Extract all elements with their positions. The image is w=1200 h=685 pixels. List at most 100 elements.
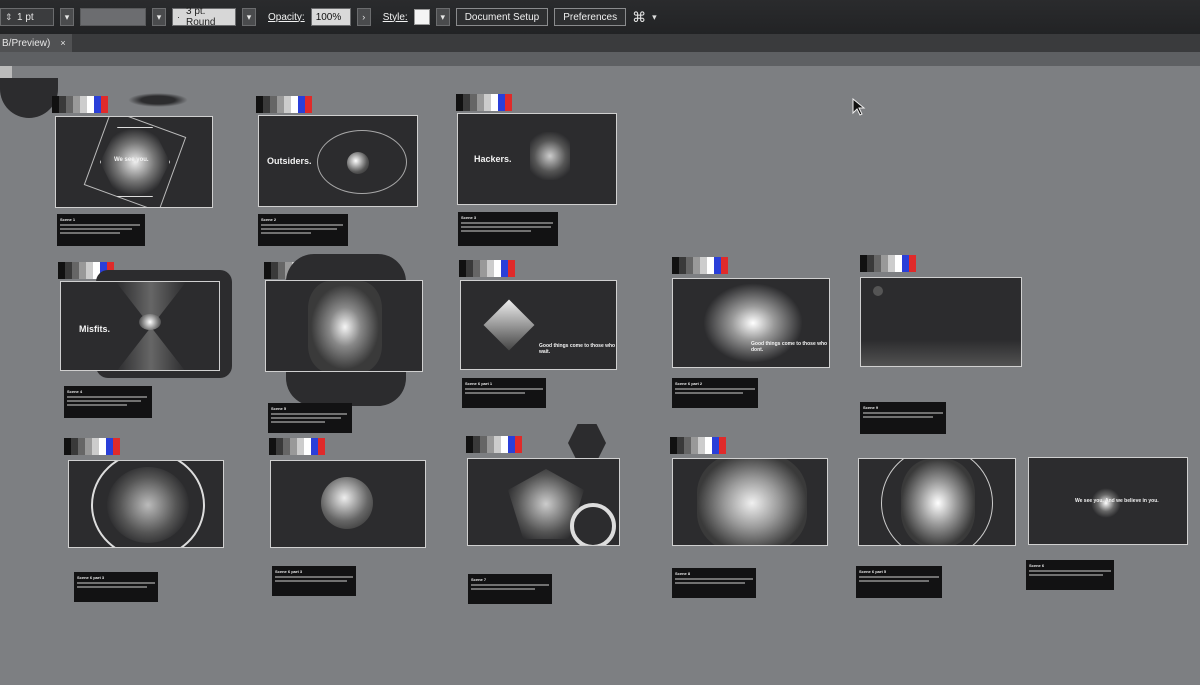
artboard-text: Hackers. <box>474 154 512 164</box>
artboard-1[interactable]: We see you. <box>55 116 213 208</box>
document-tab[interactable]: B/Preview) × <box>0 34 72 52</box>
color-swatch <box>284 96 291 113</box>
artboard-8[interactable] <box>860 277 1022 367</box>
scene-caption: Scene 9 <box>860 402 946 434</box>
opacity-label[interactable]: Opacity: <box>268 12 305 23</box>
close-icon[interactable]: × <box>60 38 65 48</box>
stroke-weight-field[interactable]: ⇕ 1 pt <box>0 8 54 26</box>
color-swatch <box>501 260 508 277</box>
color-swatch <box>712 437 719 454</box>
document-setup-button[interactable]: Document Setup <box>455 8 549 26</box>
opacity-field[interactable]: 100% <box>310 8 351 26</box>
color-swatch <box>691 437 698 454</box>
artboard-text: Good things come to those who wait. <box>539 343 616 355</box>
artboard-text: Misfits. <box>79 324 111 334</box>
color-swatch <box>64 438 71 455</box>
color-swatch <box>719 437 726 454</box>
chevron-down-icon: ▾ <box>64 11 70 22</box>
style-label: Style: <box>382 11 408 23</box>
inner-glow <box>107 467 189 543</box>
stepper-icon[interactable]: ⇕ <box>5 12 15 23</box>
color-swatch <box>270 96 277 113</box>
sphere <box>347 152 369 174</box>
hourglass-glow <box>308 281 382 371</box>
color-swatch <box>508 260 515 277</box>
color-swatch <box>271 262 278 279</box>
small-sphere <box>0 66 12 78</box>
chevron-down-icon[interactable]: ▾ <box>652 12 657 23</box>
ring-shape <box>570 503 616 545</box>
artboard-2[interactable]: Outsiders. <box>258 115 418 207</box>
color-swatch <box>256 96 263 113</box>
hexagon-glow <box>697 459 807 545</box>
brush-dot-icon: · <box>177 12 180 22</box>
color-swatch <box>291 96 298 113</box>
color-swatch-strip <box>670 437 726 454</box>
cluster-spheres <box>139 314 161 330</box>
color-swatch <box>473 436 480 453</box>
artboard-9[interactable] <box>68 460 224 548</box>
opacity-arrow[interactable]: › <box>356 8 371 26</box>
chevron-down-icon: ▾ <box>246 11 252 22</box>
artboard-4[interactable]: Misfits. <box>60 281 220 371</box>
scene-caption: Scene 6 part 2 <box>672 378 758 408</box>
artboard-10[interactable] <box>270 460 426 548</box>
color-swatch <box>705 437 712 454</box>
color-swatch <box>304 438 311 455</box>
mouse-cursor-icon <box>852 98 866 116</box>
half-circle-shape <box>0 78 58 118</box>
brush-definition[interactable]: · 3 pt. Round <box>172 6 236 28</box>
color-swatch <box>477 94 484 111</box>
document-tab-title: B/Preview) <box>2 37 51 49</box>
artboard-11[interactable] <box>467 458 620 546</box>
artboard-6[interactable]: Good things come to those who wait. <box>460 280 617 370</box>
caption-title: Scene 4 <box>67 389 83 394</box>
brush-profile-value: 3 pt. Round <box>186 6 216 28</box>
color-swatch <box>707 257 714 274</box>
color-swatch <box>714 257 721 274</box>
color-swatch <box>73 96 80 113</box>
color-swatch <box>278 262 285 279</box>
scene-caption: Scene 6 part 3 <box>74 572 158 602</box>
arrange-icon[interactable]: ⌘ <box>632 9 646 26</box>
color-swatch <box>456 94 463 111</box>
scene-caption: Scene 1 <box>57 214 145 246</box>
color-swatch <box>672 257 679 274</box>
color-swatch-strip <box>64 438 120 455</box>
artboard-text: We see you. And we believe in you. <box>1075 498 1159 504</box>
caption-title: Scene 8 <box>675 571 691 576</box>
color-swatch <box>670 437 677 454</box>
color-swatch <box>677 437 684 454</box>
color-swatch <box>501 436 508 453</box>
style-dropdown[interactable]: ▾ <box>435 8 450 26</box>
canvas-edge <box>0 52 1200 66</box>
color-swatch <box>466 436 473 453</box>
profile-dropdown[interactable]: ▾ <box>152 8 166 26</box>
color-swatch <box>888 255 895 272</box>
color-swatch <box>874 255 881 272</box>
artboard-text: We see you. <box>114 157 149 163</box>
variable-width-profile[interactable] <box>80 8 146 26</box>
artboard-12[interactable] <box>672 458 828 546</box>
color-swatch <box>72 262 79 279</box>
opacity-value: 100% <box>315 11 342 23</box>
artboard-canvas[interactable]: We see you. Scene 1 Outsiders. Scene 2 H… <box>0 66 1200 685</box>
color-swatch <box>902 255 909 272</box>
hexagon-shape <box>568 424 606 462</box>
color-swatch <box>895 255 902 272</box>
stroke-weight-value: 1 pt <box>17 11 34 23</box>
artboard-5[interactable] <box>265 280 423 372</box>
artboard-13[interactable] <box>858 458 1016 546</box>
artboard-14[interactable]: We see you. And we believe in you. <box>1028 457 1188 545</box>
color-swatch <box>909 255 916 272</box>
brush-dropdown[interactable]: ▾ <box>242 8 256 26</box>
artboard-7[interactable]: Good things come to those who dont. <box>672 278 830 368</box>
stroke-weight-dropdown[interactable]: ▾ <box>60 8 74 26</box>
color-swatch <box>515 436 522 453</box>
color-swatch <box>298 96 305 113</box>
artboard-3[interactable]: Hackers. <box>457 113 617 205</box>
style-swatch[interactable] <box>413 9 430 25</box>
color-swatch <box>263 96 270 113</box>
preferences-button[interactable]: Preferences <box>554 8 627 26</box>
color-swatch <box>297 438 304 455</box>
